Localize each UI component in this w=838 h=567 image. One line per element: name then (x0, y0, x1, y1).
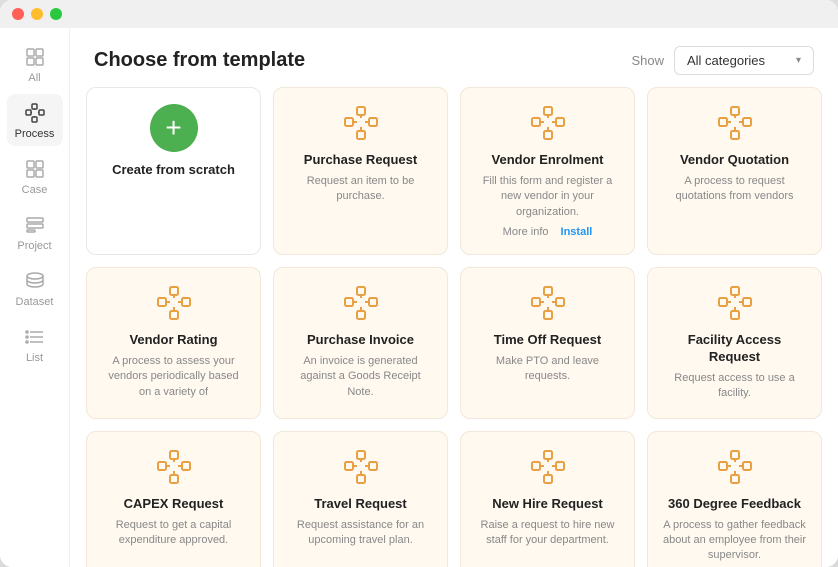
sidebar-label-project: Project (17, 240, 51, 252)
scratch-title: Create from scratch (112, 162, 235, 179)
capex-title: CAPEX Request (124, 496, 224, 513)
process-icon (24, 102, 46, 124)
main-content: Choose from template Show All categories… (70, 28, 838, 567)
project-icon (24, 214, 46, 236)
sidebar-label-all: All (28, 72, 40, 84)
minimize-button[interactable] (31, 8, 43, 20)
template-grid-area: + Create from scratch (70, 87, 838, 567)
card-create-scratch[interactable]: + Create from scratch (86, 87, 261, 255)
facility-access-title: Facility Access Request (662, 332, 807, 366)
card-new-hire[interactable]: New Hire Request Raise a request to hire… (460, 431, 635, 567)
maximize-button[interactable] (50, 8, 62, 20)
card-vendor-enrolment[interactable]: Vendor Enrolment Fill this form and regi… (460, 87, 635, 255)
sidebar-label-process: Process (15, 128, 55, 140)
template-grid: + Create from scratch (86, 87, 822, 567)
capex-icon-area (155, 448, 193, 486)
time-off-title: Time Off Request (494, 332, 601, 349)
card-travel-request[interactable]: Travel Request Request assistance for an… (273, 431, 448, 567)
process-flow-icon-6 (529, 284, 567, 322)
card-vendor-rating[interactable]: Vendor Rating A process to assess your v… (86, 267, 261, 419)
new-hire-icon-area (529, 448, 567, 486)
sidebar-label-dataset: Dataset (16, 296, 54, 308)
purchase-request-desc: Request an item to be purchase. (288, 174, 433, 205)
sidebar-item-process[interactable]: Process (7, 94, 63, 146)
travel-request-icon-area (342, 448, 380, 486)
sidebar-item-project[interactable]: Project (7, 206, 63, 258)
capex-desc: Request to get a capital expenditure app… (101, 518, 246, 549)
process-flow-icon-9 (342, 448, 380, 486)
process-flow-icon-10 (529, 448, 567, 486)
sidebar-item-dataset[interactable]: Dataset (7, 262, 63, 314)
new-hire-title: New Hire Request (492, 496, 603, 513)
header-controls: Show All categories ▾ (631, 46, 814, 75)
vendor-rating-title: Vendor Rating (129, 332, 217, 349)
install-link[interactable]: Install (561, 226, 593, 238)
travel-request-title: Travel Request (314, 496, 407, 513)
new-hire-desc: Raise a request to hire new staff for yo… (475, 518, 620, 549)
main-header: Choose from template Show All categories… (70, 28, 838, 87)
vendor-quotation-icon-area (716, 104, 754, 142)
scratch-icon-area: + (150, 104, 198, 152)
purchase-request-title: Purchase Request (304, 152, 417, 169)
time-off-icon-area (529, 284, 567, 322)
vendor-enrolment-actions: More info Install (503, 226, 593, 238)
facility-access-desc: Request access to use a facility. (662, 371, 807, 402)
purchase-request-icon-area (342, 104, 380, 142)
vendor-enrolment-title: Vendor Enrolment (492, 152, 604, 169)
card-360-feedback[interactable]: 360 Degree Feedback A process to gather … (647, 431, 822, 567)
chevron-down-icon: ▾ (796, 55, 801, 66)
case-icon (24, 158, 46, 180)
card-vendor-quotation[interactable]: Vendor Quotation A process to request qu… (647, 87, 822, 255)
card-facility-access[interactable]: Facility Access Request Request access t… (647, 267, 822, 419)
more-info-link[interactable]: More info (503, 226, 549, 238)
vendor-rating-icon-area (155, 284, 193, 322)
purchase-invoice-desc: An invoice is generated against a Goods … (288, 354, 433, 400)
page-title: Choose from template (94, 49, 305, 72)
card-time-off[interactable]: Time Off Request Make PTO and leave requ… (460, 267, 635, 419)
facility-access-icon-area (716, 284, 754, 322)
process-flow-icon-11 (716, 448, 754, 486)
card-purchase-request[interactable]: Purchase Request Request an item to be p… (273, 87, 448, 255)
time-off-desc: Make PTO and leave requests. (475, 354, 620, 385)
vendor-enrolment-icon-area (529, 104, 567, 142)
process-flow-icon-2 (529, 104, 567, 142)
category-dropdown[interactable]: All categories ▾ (674, 46, 814, 75)
grid-icon (24, 46, 46, 68)
360-feedback-icon-area (716, 448, 754, 486)
show-label: Show (631, 53, 664, 68)
process-flow-icon-8 (155, 448, 193, 486)
360-feedback-desc: A process to gather feedback about an em… (662, 518, 807, 564)
card-capex[interactable]: CAPEX Request Request to get a capital e… (86, 431, 261, 567)
dataset-icon (24, 270, 46, 292)
card-purchase-invoice[interactable]: Purchase Invoice An invoice is generated… (273, 267, 448, 419)
sidebar-item-list[interactable]: List (7, 318, 63, 370)
sidebar-label-list: List (26, 352, 43, 364)
vendor-quotation-desc: A process to request quotations from ven… (662, 174, 807, 205)
360-feedback-title: 360 Degree Feedback (668, 496, 801, 513)
process-flow-icon-4 (155, 284, 193, 322)
category-value: All categories (687, 53, 765, 68)
vendor-enrolment-desc: Fill this form and register a new vendor… (475, 174, 620, 220)
list-icon (24, 326, 46, 348)
sidebar: All Process (0, 28, 70, 567)
process-flow-icon (342, 104, 380, 142)
process-flow-icon-3 (716, 104, 754, 142)
app-window: All Process (0, 0, 838, 567)
titlebar (0, 0, 838, 28)
close-button[interactable] (12, 8, 24, 20)
sidebar-item-all[interactable]: All (7, 38, 63, 90)
vendor-quotation-title: Vendor Quotation (680, 152, 789, 169)
sidebar-item-case[interactable]: Case (7, 150, 63, 202)
plus-icon: + (150, 104, 198, 152)
process-flow-icon-5 (342, 284, 380, 322)
purchase-invoice-title: Purchase Invoice (307, 332, 414, 349)
sidebar-label-case: Case (22, 184, 48, 196)
purchase-invoice-icon-area (342, 284, 380, 322)
travel-request-desc: Request assistance for an upcoming trave… (288, 518, 433, 549)
app-body: All Process (0, 28, 838, 567)
process-flow-icon-7 (716, 284, 754, 322)
vendor-rating-desc: A process to assess your vendors periodi… (101, 354, 246, 400)
